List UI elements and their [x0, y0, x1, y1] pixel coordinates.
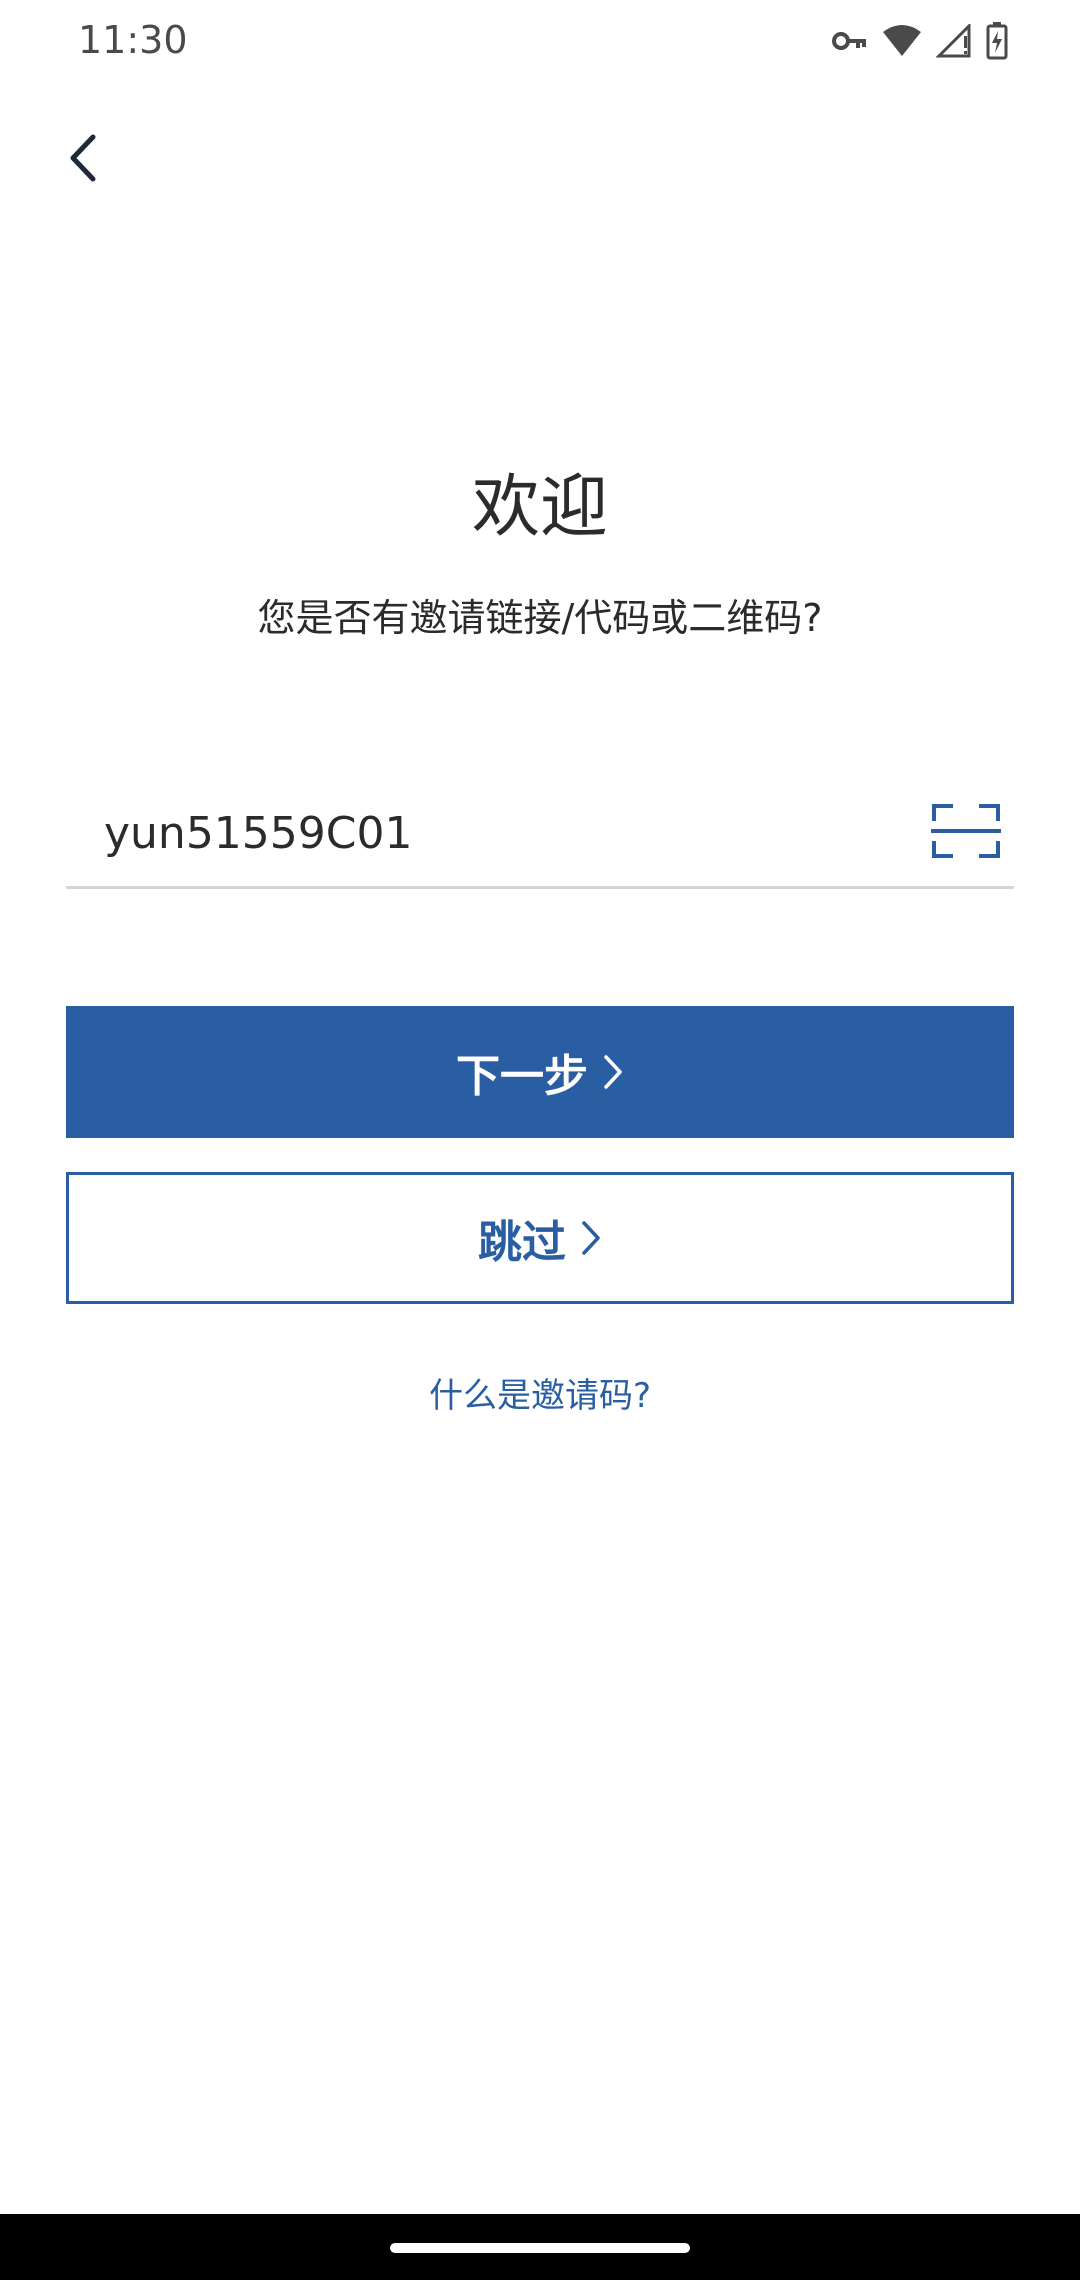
- page-subtitle: 您是否有邀请链接/代码或二维码?: [257, 596, 823, 640]
- signal-icon: [936, 24, 972, 58]
- scan-qr-button[interactable]: [928, 798, 1004, 868]
- wifi-icon: [882, 24, 922, 58]
- chevron-left-icon: [65, 133, 99, 187]
- battery-charging-icon: [986, 22, 1008, 60]
- home-indicator[interactable]: [390, 2243, 690, 2253]
- next-button-label: 下一步: [456, 1051, 588, 1102]
- next-button[interactable]: 下一步: [66, 1006, 1014, 1138]
- chevron-right-icon: [602, 1054, 624, 1090]
- page-title: 欢迎: [471, 468, 608, 547]
- invite-code-field: [66, 790, 1014, 889]
- status-icons: [832, 22, 1008, 60]
- chevron-right-icon: [580, 1220, 602, 1256]
- status-time: 11:30: [78, 18, 188, 62]
- what-is-invite-code-link[interactable]: 什么是邀请码?: [0, 1372, 1080, 1420]
- skip-button-label: 跳过: [478, 1217, 566, 1268]
- qr-scan-icon: [931, 803, 1001, 863]
- status-bar: 11:30: [0, 0, 1080, 84]
- back-button[interactable]: [50, 124, 114, 196]
- key-icon: [832, 30, 868, 52]
- skip-button[interactable]: 跳过: [66, 1172, 1014, 1304]
- navigation-bar: [0, 2214, 1080, 2280]
- invite-code-input[interactable]: [104, 790, 924, 876]
